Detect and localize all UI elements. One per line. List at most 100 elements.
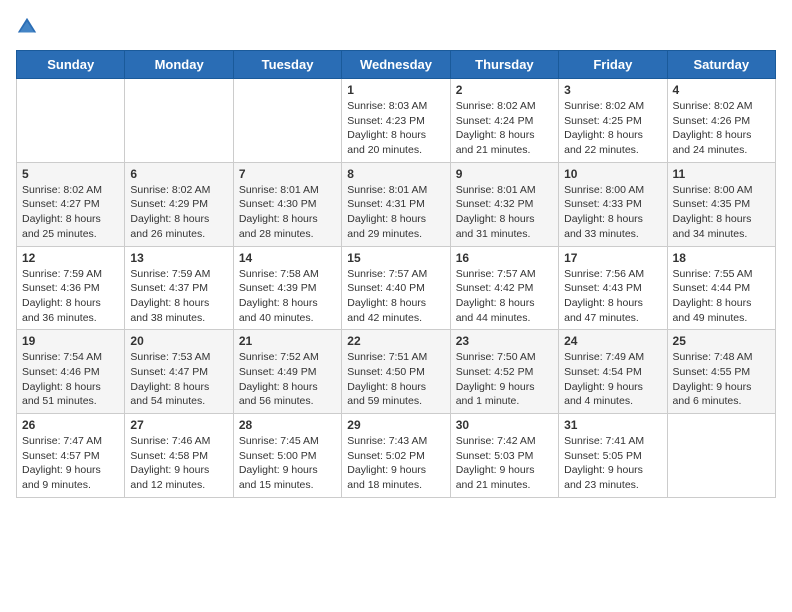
day-number: 23 xyxy=(456,334,553,348)
calendar-day-cell: 9 Sunrise: 8:01 AM Sunset: 4:32 PM Daylig… xyxy=(450,162,558,246)
calendar-empty-cell xyxy=(17,79,125,163)
day-info: Sunrise: 7:57 AM Sunset: 4:40 PM Dayligh… xyxy=(347,267,444,326)
calendar-day-cell: 12Sunrise: 7:59 AM Sunset: 4:36 PM Dayli… xyxy=(17,246,125,330)
day-number: 11 xyxy=(673,167,770,181)
day-info: Sunrise: 7:53 AM Sunset: 4:47 PM Dayligh… xyxy=(130,350,227,409)
day-of-week-header: Friday xyxy=(559,51,667,79)
calendar-day-cell: 17Sunrise: 7:56 AM Sunset: 4:43 PM Dayli… xyxy=(559,246,667,330)
day-info: Sunrise: 7:55 AM Sunset: 4:44 PM Dayligh… xyxy=(673,267,770,326)
calendar-day-cell: 16 Sunrise: 7:57 AM Sunset: 4:42 PM Dayli… xyxy=(450,246,558,330)
day-number: 13 xyxy=(130,251,227,265)
day-info: Sunrise: 7:43 AM Sunset: 5:02 PM Dayligh… xyxy=(347,434,444,493)
calendar-week-row: 1 Sunrise: 8:03 AM Sunset: 4:23 PM Daylig… xyxy=(17,79,776,163)
calendar-day-cell: 18 Sunrise: 7:55 AM Sunset: 4:44 PM Dayli… xyxy=(667,246,775,330)
day-info: Sunrise: 7:59 AM Sunset: 4:37 PM Dayligh… xyxy=(130,267,227,326)
calendar-day-cell: 14 Sunrise: 7:58 AM Sunset: 4:39 PM Dayli… xyxy=(233,246,341,330)
day-number: 26 xyxy=(22,418,119,432)
day-info: Sunrise: 7:58 AM Sunset: 4:39 PM Dayligh… xyxy=(239,267,336,326)
day-number: 6 xyxy=(130,167,227,181)
day-info: Sunrise: 8:02 AM Sunset: 4:25 PM Dayligh… xyxy=(564,99,661,158)
day-info: Sunrise: 7:57 AM Sunset: 4:42 PM Dayligh… xyxy=(456,267,553,326)
calendar-day-cell: 20 Sunrise: 7:53 AM Sunset: 4:47 PM Dayli… xyxy=(125,330,233,414)
day-info: Sunrise: 7:54 AM Sunset: 4:46 PM Dayligh… xyxy=(22,350,119,409)
day-of-week-header: Saturday xyxy=(667,51,775,79)
day-number: 30 xyxy=(456,418,553,432)
calendar-week-row: 12Sunrise: 7:59 AM Sunset: 4:36 PM Dayli… xyxy=(17,246,776,330)
day-info: Sunrise: 8:00 AM Sunset: 4:33 PM Dayligh… xyxy=(564,183,661,242)
day-number: 28 xyxy=(239,418,336,432)
day-info: Sunrise: 7:45 AM Sunset: 5:00 PM Dayligh… xyxy=(239,434,336,493)
day-number: 4 xyxy=(673,83,770,97)
calendar-day-cell: 11 Sunrise: 8:00 AM Sunset: 4:35 PM Dayli… xyxy=(667,162,775,246)
calendar-day-cell: 22Sunrise: 7:51 AM Sunset: 4:50 PM Dayli… xyxy=(342,330,450,414)
page-header xyxy=(16,16,776,38)
day-number: 29 xyxy=(347,418,444,432)
day-info: Sunrise: 7:49 AM Sunset: 4:54 PM Dayligh… xyxy=(564,350,661,409)
day-number: 8 xyxy=(347,167,444,181)
day-info: Sunrise: 8:02 AM Sunset: 4:29 PM Dayligh… xyxy=(130,183,227,242)
calendar-day-cell: 10Sunrise: 8:00 AM Sunset: 4:33 PM Dayli… xyxy=(559,162,667,246)
calendar-empty-cell xyxy=(125,79,233,163)
day-number: 1 xyxy=(347,83,444,97)
calendar-day-cell: 4 Sunrise: 8:02 AM Sunset: 4:26 PM Daylig… xyxy=(667,79,775,163)
calendar-day-cell: 28 Sunrise: 7:45 AM Sunset: 5:00 PM Dayli… xyxy=(233,414,341,498)
calendar-day-cell: 2 Sunrise: 8:02 AM Sunset: 4:24 PM Daylig… xyxy=(450,79,558,163)
day-number: 27 xyxy=(130,418,227,432)
calendar-empty-cell xyxy=(233,79,341,163)
calendar-day-cell: 3 Sunrise: 8:02 AM Sunset: 4:25 PM Daylig… xyxy=(559,79,667,163)
calendar-header-row: SundayMondayTuesdayWednesdayThursdayFrid… xyxy=(17,51,776,79)
logo-icon xyxy=(16,16,38,38)
day-info: Sunrise: 8:02 AM Sunset: 4:26 PM Dayligh… xyxy=(673,99,770,158)
day-info: Sunrise: 8:03 AM Sunset: 4:23 PM Dayligh… xyxy=(347,99,444,158)
day-info: Sunrise: 8:00 AM Sunset: 4:35 PM Dayligh… xyxy=(673,183,770,242)
day-info: Sunrise: 8:02 AM Sunset: 4:24 PM Dayligh… xyxy=(456,99,553,158)
day-number: 18 xyxy=(673,251,770,265)
calendar-week-row: 5 Sunrise: 8:02 AM Sunset: 4:27 PM Daylig… xyxy=(17,162,776,246)
day-number: 19 xyxy=(22,334,119,348)
calendar-empty-cell xyxy=(667,414,775,498)
calendar-day-cell: 13 Sunrise: 7:59 AM Sunset: 4:37 PM Dayli… xyxy=(125,246,233,330)
day-number: 2 xyxy=(456,83,553,97)
calendar-day-cell: 7Sunrise: 8:01 AM Sunset: 4:30 PM Daylig… xyxy=(233,162,341,246)
calendar-day-cell: 25Sunrise: 7:48 AM Sunset: 4:55 PM Dayli… xyxy=(667,330,775,414)
calendar-day-cell: 19 Sunrise: 7:54 AM Sunset: 4:46 PM Dayli… xyxy=(17,330,125,414)
day-info: Sunrise: 7:56 AM Sunset: 4:43 PM Dayligh… xyxy=(564,267,661,326)
day-info: Sunrise: 7:50 AM Sunset: 4:52 PM Dayligh… xyxy=(456,350,553,409)
calendar-day-cell: 24 Sunrise: 7:49 AM Sunset: 4:54 PM Dayli… xyxy=(559,330,667,414)
calendar-day-cell: 27 Sunrise: 7:46 AM Sunset: 4:58 PM Dayli… xyxy=(125,414,233,498)
day-number: 24 xyxy=(564,334,661,348)
calendar-day-cell: 31 Sunrise: 7:41 AM Sunset: 5:05 PM Dayli… xyxy=(559,414,667,498)
day-number: 9 xyxy=(456,167,553,181)
day-number: 15 xyxy=(347,251,444,265)
day-of-week-header: Wednesday xyxy=(342,51,450,79)
day-info: Sunrise: 8:01 AM Sunset: 4:32 PM Dayligh… xyxy=(456,183,553,242)
calendar-table: SundayMondayTuesdayWednesdayThursdayFrid… xyxy=(16,50,776,498)
calendar-day-cell: 15 Sunrise: 7:57 AM Sunset: 4:40 PM Dayli… xyxy=(342,246,450,330)
day-info: Sunrise: 8:02 AM Sunset: 4:27 PM Dayligh… xyxy=(22,183,119,242)
day-number: 21 xyxy=(239,334,336,348)
calendar-day-cell: 23 Sunrise: 7:50 AM Sunset: 4:52 PM Dayli… xyxy=(450,330,558,414)
calendar-day-cell: 29 Sunrise: 7:43 AM Sunset: 5:02 PM Dayli… xyxy=(342,414,450,498)
day-number: 16 xyxy=(456,251,553,265)
day-number: 31 xyxy=(564,418,661,432)
day-info: Sunrise: 7:41 AM Sunset: 5:05 PM Dayligh… xyxy=(564,434,661,493)
day-number: 5 xyxy=(22,167,119,181)
day-number: 14 xyxy=(239,251,336,265)
day-of-week-header: Tuesday xyxy=(233,51,341,79)
calendar-day-cell: 1 Sunrise: 8:03 AM Sunset: 4:23 PM Daylig… xyxy=(342,79,450,163)
day-number: 20 xyxy=(130,334,227,348)
day-of-week-header: Sunday xyxy=(17,51,125,79)
day-number: 25 xyxy=(673,334,770,348)
day-number: 12 xyxy=(22,251,119,265)
logo xyxy=(16,16,42,38)
calendar-day-cell: 6 Sunrise: 8:02 AM Sunset: 4:29 PM Daylig… xyxy=(125,162,233,246)
day-number: 7 xyxy=(239,167,336,181)
calendar-day-cell: 21 Sunrise: 7:52 AM Sunset: 4:49 PM Dayli… xyxy=(233,330,341,414)
day-info: Sunrise: 7:52 AM Sunset: 4:49 PM Dayligh… xyxy=(239,350,336,409)
day-number: 3 xyxy=(564,83,661,97)
day-number: 22 xyxy=(347,334,444,348)
day-of-week-header: Monday xyxy=(125,51,233,79)
day-info: Sunrise: 8:01 AM Sunset: 4:31 PM Dayligh… xyxy=(347,183,444,242)
day-info: Sunrise: 7:46 AM Sunset: 4:58 PM Dayligh… xyxy=(130,434,227,493)
calendar-week-row: 19 Sunrise: 7:54 AM Sunset: 4:46 PM Dayli… xyxy=(17,330,776,414)
